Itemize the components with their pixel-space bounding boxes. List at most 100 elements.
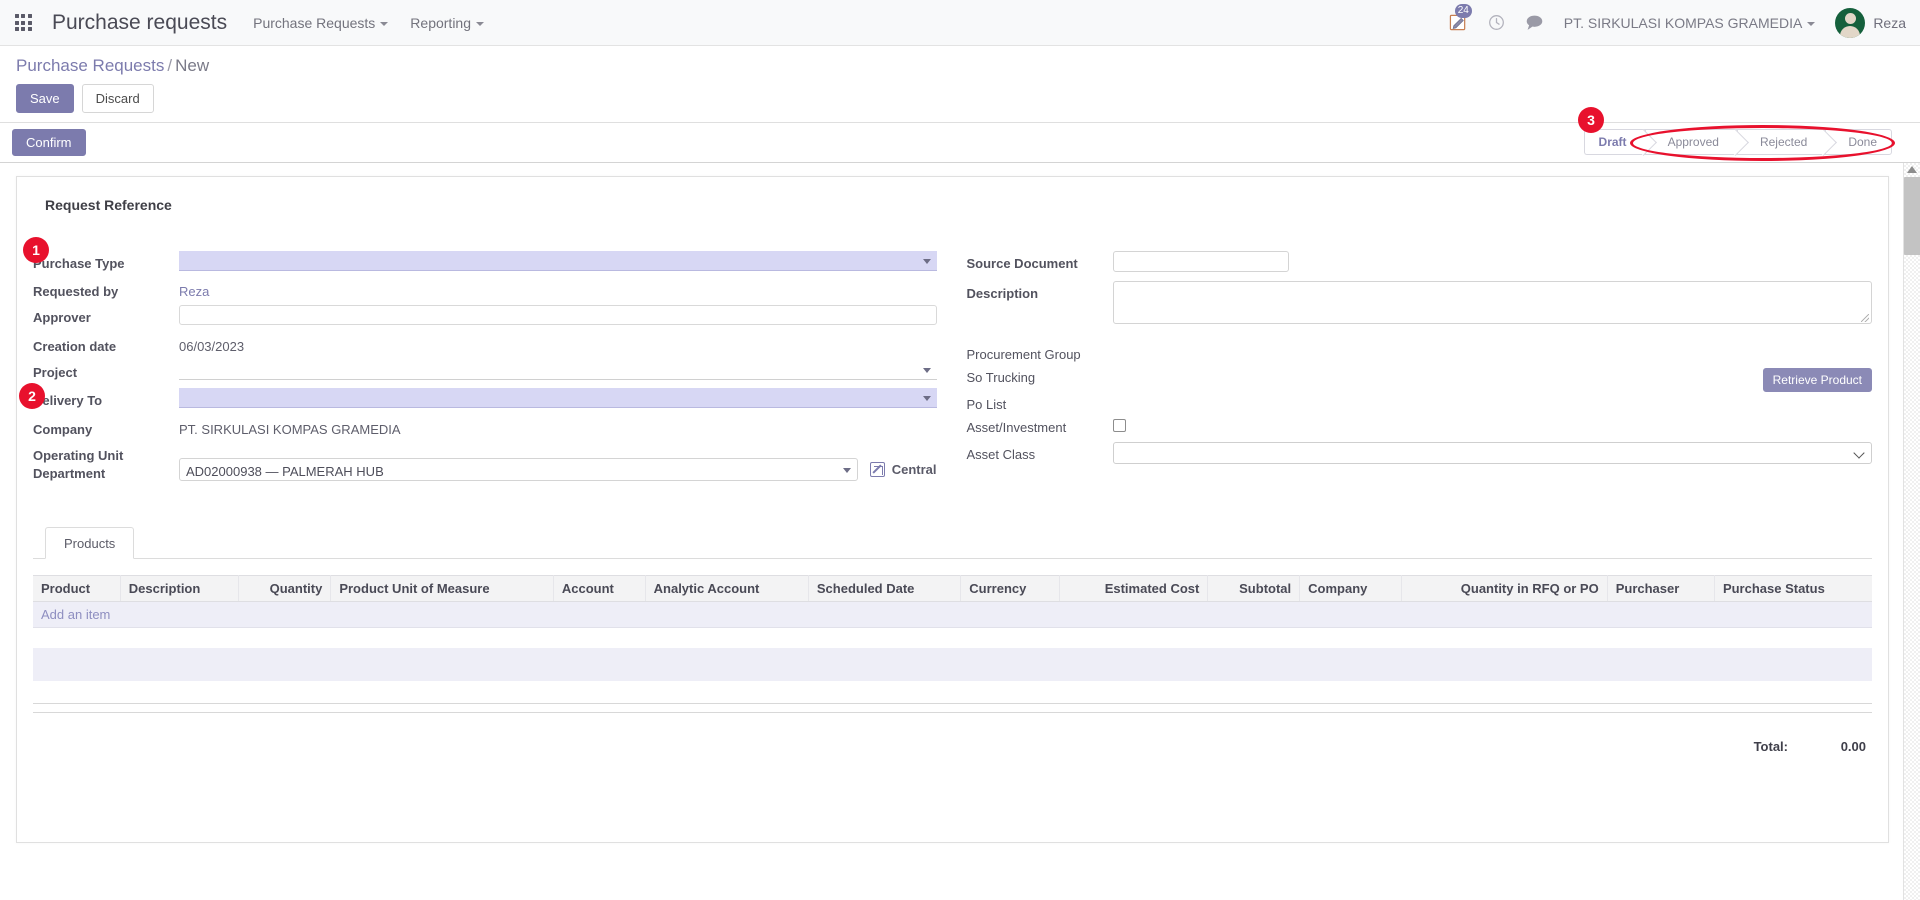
delivery-to-field[interactable] [179,388,937,408]
discard-button[interactable]: Discard [81,84,154,113]
sheet-title: Request Reference [45,197,172,213]
field-asset-investment: Asset/Investment [967,415,1873,438]
form-column-left: Purchase Type 1 Requested by Reza Approv… [19,237,953,483]
field-description: Description [966,281,1872,324]
add-an-item-link[interactable]: Add an item [41,607,110,622]
column-header-quantity-in-rfq-or-po[interactable]: Quantity in RFQ or PO [1401,575,1608,602]
company-switcher-label: PT. SIRKULASI KOMPAS GRAMEDIA [1563,14,1803,31]
field-approver: Approver [33,305,937,328]
retrieve-product-button[interactable]: Retrieve Product [1762,368,1872,392]
annotation-marker-3: 3 [1578,107,1604,133]
clock-glyph [1488,15,1504,30]
statusbar-step-draft[interactable]: Draft [1583,129,1645,155]
delivery-to-label: Delivery To [33,393,103,408]
scrollbar-thumb[interactable] [1904,177,1920,255]
project-field[interactable] [179,360,937,380]
so-trucking-label: So Trucking [966,370,1036,385]
tab-products[interactable]: Products [45,527,135,559]
column-header-description[interactable]: Description [120,575,239,602]
field-project: Project [33,360,937,383]
asset-investment-checkbox[interactable] [1112,419,1126,432]
column-header-subtotal[interactable]: Subtotal [1207,575,1301,602]
form-scroll-container: Request Reference Purchase Type 1 Reques… [0,163,1920,900]
po-list-value [1113,392,1873,395]
statusbar-step-rejected[interactable]: Rejected [1736,129,1826,155]
navbar-right-group: 24 PT. SIRKULASI KOMPAS GRAMEDIA Reza [1449,4,1906,38]
user-menu[interactable]: Reza [1835,7,1906,38]
column-header-quantity[interactable]: Quantity [238,575,332,602]
creation-date-value: 06/03/2023 [179,339,245,354]
description-field[interactable] [1112,281,1872,324]
requested-by-value: Reza [179,284,210,299]
add-item-row: Add an item [33,601,1872,628]
approver-field[interactable] [179,305,937,325]
field-purchase-type: Purchase Type 1 [23,237,937,274]
vertical-scrollbar[interactable] [1903,163,1920,900]
column-header-company[interactable]: Company [1299,575,1402,602]
column-header-product-unit-of-measure[interactable]: Product Unit of Measure [330,575,554,602]
column-header-account[interactable]: Account [553,575,646,602]
project-label: Project [33,365,78,380]
breadcrumb-root[interactable]: Purchase Requests [16,56,164,75]
po-list-label: Po List [966,397,1007,412]
procurement-group-label: Procurement Group [966,347,1081,362]
resize-grip-icon[interactable] [1861,314,1869,322]
column-header-purchaser[interactable]: Purchaser [1607,575,1715,602]
company-label: Company [33,422,93,437]
approver-label: Approver [33,310,91,325]
form-columns: Purchase Type 1 Requested by Reza Approv… [19,237,1873,483]
column-header-scheduled-date[interactable]: Scheduled Date [808,575,962,602]
confirm-button[interactable]: Confirm [12,128,86,156]
breadcrumb-separator: / [167,56,173,75]
company-value: PT. SIRKULASI KOMPAS GRAMEDIA [179,422,401,437]
annotation-marker-1: 1 [23,237,49,263]
central-internal-link[interactable]: Central [869,460,937,480]
annotation-marker-2: 2 [19,383,45,409]
tab-products-label: Products [64,536,116,551]
nav-menu-reporting[interactable]: Reporting [410,15,484,31]
description-label: Description [966,286,1039,301]
department-field-value: AD02000938 — PALMERAH HUB [186,464,384,479]
column-header-analytic-account[interactable]: Analytic Account [645,575,809,602]
breadcrumb-current: New [175,56,210,75]
totals-row: Total: 0.00 [33,739,1872,754]
statusbar: Draft Approved Rejected Done [1583,129,1892,155]
company-switcher[interactable]: PT. SIRKULASI KOMPAS GRAMEDIA [1564,15,1816,31]
asset-class-select[interactable] [1112,442,1872,464]
chevron-down-icon [1807,21,1816,26]
statusbar-step-done-label: Done [1848,135,1877,149]
table-divider-bottom [33,712,1872,713]
asset-class-label: Asset Class [966,447,1036,462]
statusbar-step-approved[interactable]: Approved [1644,129,1737,155]
breadcrumb: Purchase Requests / New [16,56,1920,76]
column-header-purchase-status[interactable]: Purchase Status [1714,575,1872,602]
empty-lines-placeholder [33,648,1872,681]
nav-menu-purchase-requests[interactable]: Purchase Requests [253,15,389,31]
chat-bubble-icon[interactable] [1525,14,1544,31]
chevron-down-icon [922,368,931,373]
procurement-group-value [1113,342,1873,345]
statusbar-step-rejected-label: Rejected [1759,135,1808,149]
purchase-type-field[interactable] [179,251,937,271]
table-header-row: Product Description Quantity Product Uni… [33,575,1872,602]
edit-activity-icon[interactable]: 24 [1449,4,1472,32]
top-navbar: Purchase requests Purchase Requests Repo… [0,0,1920,46]
central-link-label: Central [891,461,937,477]
form-column-right: Source Document Description Procurement … [953,251,1873,483]
source-document-field[interactable] [1112,251,1289,272]
chevron-down-icon [1853,447,1865,459]
scroll-up-arrow-icon[interactable] [1907,166,1917,173]
department-field[interactable]: AD02000938 — PALMERAH HUB [179,458,858,481]
save-button[interactable]: Save [16,84,74,113]
field-requested-by: Requested by Reza [33,279,937,302]
column-header-estimated-cost[interactable]: Estimated Cost [1059,575,1209,602]
creation-date-label: Creation date [33,339,117,354]
so-trucking-value: Retrieve Product [1113,365,1872,392]
apps-grid-icon[interactable] [10,10,36,36]
column-header-currency[interactable]: Currency [960,575,1060,602]
clock-icon[interactable] [1488,14,1505,31]
total-label: Total: [1753,739,1788,754]
column-header-product[interactable]: Product [33,575,121,602]
activity-count-badge: 24 [1454,4,1472,18]
field-company: Company PT. SIRKULASI KOMPAS GRAMEDIA [33,417,937,440]
